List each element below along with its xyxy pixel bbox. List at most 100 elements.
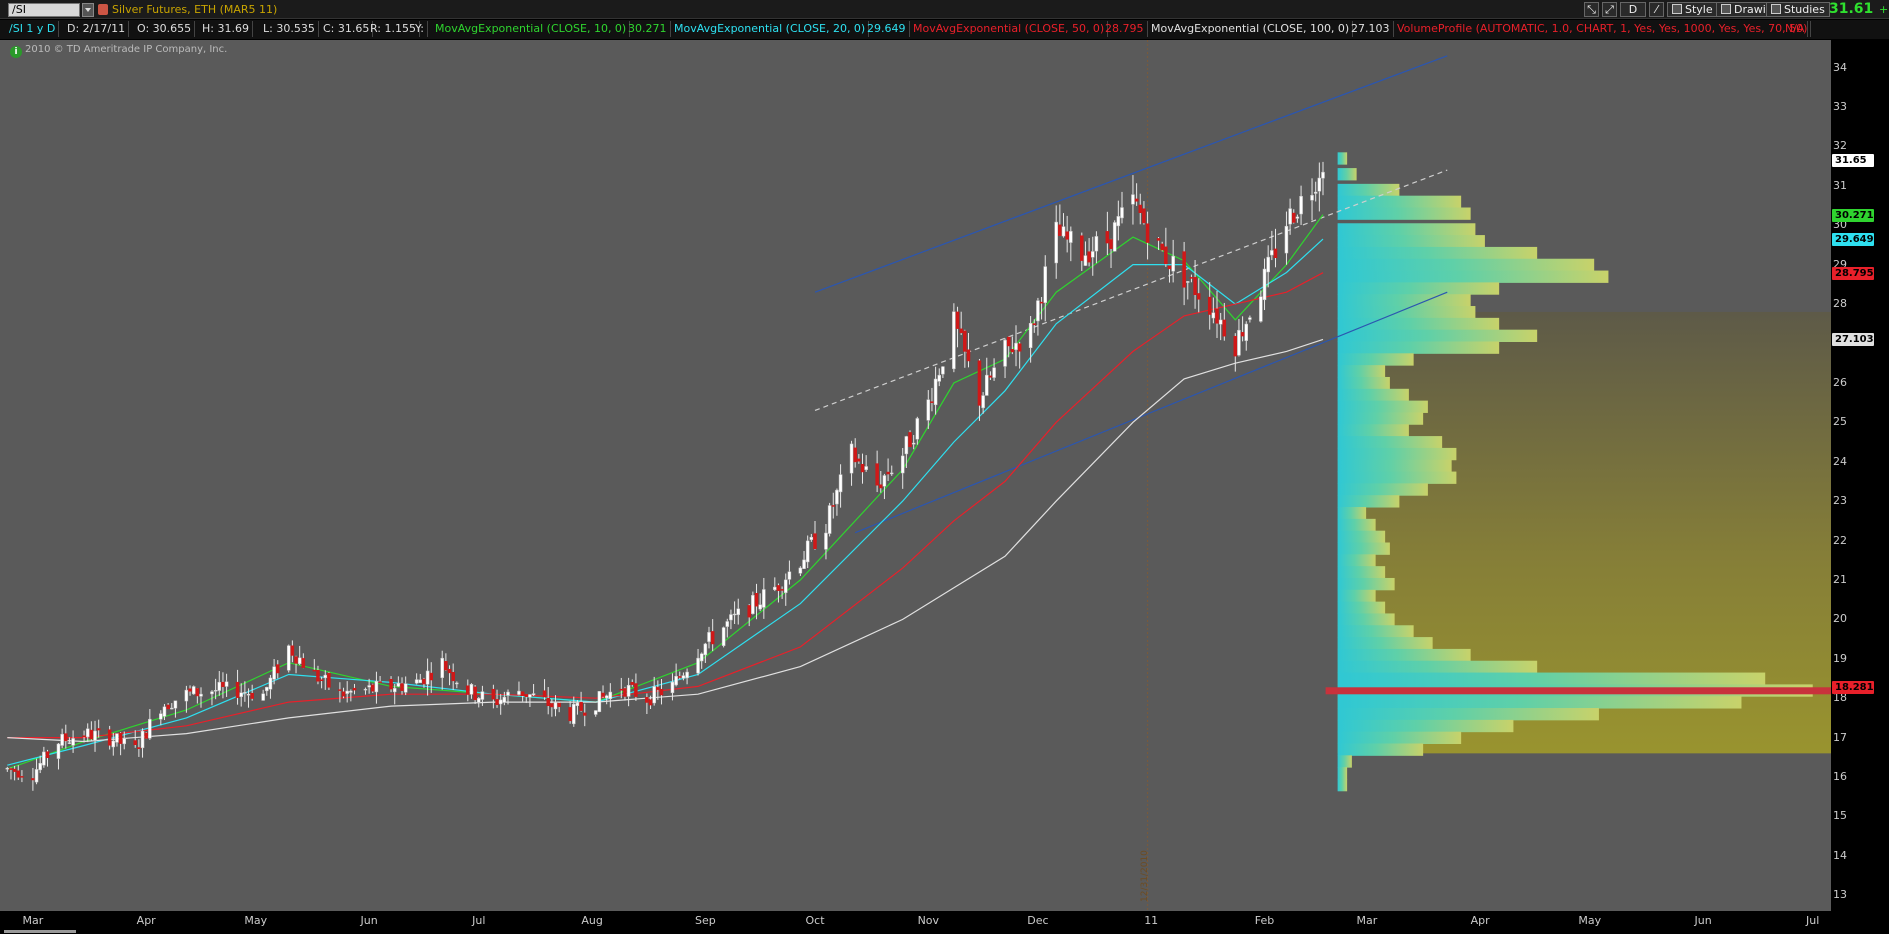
candle-up bbox=[1313, 191, 1318, 194]
lock-icon[interactable] bbox=[98, 4, 108, 15]
x-tick-label: Jul bbox=[1806, 914, 1820, 927]
candle-up bbox=[261, 693, 265, 701]
time-scroll-marker[interactable] bbox=[4, 930, 76, 933]
candle-down bbox=[378, 681, 382, 683]
volume-profile-bar bbox=[1337, 696, 1742, 709]
studies-button[interactable]: Studies bbox=[1766, 2, 1830, 17]
candle-up bbox=[992, 367, 996, 378]
price-chart[interactable] bbox=[0, 40, 1889, 934]
candle-down bbox=[221, 681, 225, 688]
candle-up bbox=[5, 767, 10, 770]
candle-down bbox=[747, 605, 751, 618]
candle-down bbox=[886, 471, 890, 475]
candle-up bbox=[981, 395, 985, 409]
chart-type-icon[interactable]: ⁄ bbox=[1649, 2, 1664, 17]
high-readout: H: 31.69 bbox=[199, 21, 253, 37]
study-ema10-label[interactable]: MovAvgExponential (CLOSE, 10, 0) bbox=[432, 21, 631, 37]
candle-down bbox=[1039, 301, 1044, 304]
y-tick-label: 33 bbox=[1833, 100, 1847, 113]
candle-down bbox=[656, 687, 660, 690]
candle-down bbox=[1087, 251, 1091, 263]
candle-up bbox=[696, 657, 700, 674]
candle-up bbox=[1116, 216, 1121, 227]
candle-up bbox=[758, 604, 762, 610]
candle-up bbox=[911, 442, 916, 445]
date-readout: D: 2/17/11 bbox=[64, 21, 130, 37]
volume-profile-bar bbox=[1337, 778, 1348, 792]
candle-down bbox=[754, 593, 759, 607]
volume-profile-bar bbox=[1337, 507, 1367, 520]
chart-id-label[interactable]: /SI 1 y D bbox=[6, 21, 60, 37]
candle-down bbox=[389, 678, 393, 690]
copyright-text: 2010 © TD Ameritrade IP Company, Inc. bbox=[25, 44, 228, 55]
x-tick-label: Nov bbox=[917, 914, 940, 927]
zoom-icon[interactable]: ⤢ bbox=[1602, 2, 1617, 17]
candle-up bbox=[1171, 255, 1175, 272]
candle-up bbox=[685, 671, 689, 679]
volume-profile-bar bbox=[1337, 317, 1500, 331]
candle-up bbox=[773, 586, 777, 590]
candle-up bbox=[367, 685, 371, 688]
study-volumeprofile-label[interactable]: VolumeProfile (AUTOMATIC, 1.0, CHART, 1,… bbox=[1394, 21, 1812, 37]
study-ema50-label[interactable]: MovAvgExponential (CLOSE, 50, 0) bbox=[910, 21, 1109, 37]
candle-down bbox=[930, 401, 934, 403]
x-tick-label: Mar bbox=[1356, 914, 1378, 927]
y-axis[interactable]: 1314151617181920212223242526272829303132… bbox=[1831, 40, 1889, 901]
candle-up bbox=[787, 571, 792, 580]
chart-area[interactable]: i 2010 © TD Ameritrade IP Company, Inc. 1… bbox=[0, 40, 1889, 934]
candle-up bbox=[1321, 171, 1325, 179]
candle-up bbox=[440, 657, 444, 678]
study-ema20-value: 29.649 bbox=[864, 21, 910, 37]
candle-up bbox=[111, 740, 116, 748]
candle-up bbox=[246, 694, 251, 696]
volume-profile-bar bbox=[1337, 530, 1386, 543]
candle-up bbox=[42, 751, 46, 766]
y-tick-label: 31 bbox=[1833, 178, 1847, 192]
tda-logo-icon: i bbox=[10, 46, 22, 58]
candle-up bbox=[572, 703, 576, 725]
candle-up bbox=[173, 700, 178, 709]
candle-up bbox=[1003, 339, 1007, 367]
candle-down bbox=[776, 585, 781, 591]
volume-profile-bar bbox=[1337, 424, 1409, 437]
candle-up bbox=[721, 627, 726, 646]
candle-up bbox=[268, 677, 273, 690]
candle-up bbox=[148, 718, 152, 739]
candle-down bbox=[327, 672, 331, 688]
crosshair-icon[interactable]: ⤡ bbox=[1584, 2, 1599, 17]
study-ema100-label[interactable]: MovAvgExponential (CLOSE, 100, 0) bbox=[1148, 21, 1354, 37]
candle-up bbox=[224, 681, 229, 687]
y-tick-label: 21 bbox=[1833, 572, 1847, 586]
candle-up bbox=[34, 769, 39, 783]
event-line-label: 12/31/2010 bbox=[1140, 850, 1150, 902]
candle-up bbox=[349, 690, 353, 693]
aggregation-button[interactable]: D bbox=[1620, 2, 1646, 17]
volume-profile-bar bbox=[1337, 637, 1433, 650]
candle-up bbox=[1120, 207, 1124, 219]
y-tick-label: 32 bbox=[1833, 139, 1847, 153]
x-axis[interactable]: Mar Apr May Jun Jul Aug Sep Oct Nov Dec 11 Feb Mar Ap… bbox=[0, 911, 1831, 931]
candle-down bbox=[352, 687, 357, 691]
symbol-input[interactable]: /SI bbox=[8, 3, 80, 17]
candle-up bbox=[184, 689, 189, 702]
candle-up bbox=[363, 688, 368, 691]
study-ema20-label[interactable]: MovAvgExponential (CLOSE, 20, 0) bbox=[671, 21, 870, 37]
candle-down bbox=[1058, 224, 1062, 236]
style-button[interactable]: Style bbox=[1667, 2, 1718, 17]
candle-up bbox=[933, 378, 938, 406]
symbol-dropdown-button[interactable] bbox=[82, 3, 94, 17]
candle-up bbox=[1310, 195, 1314, 201]
candle-up bbox=[575, 702, 580, 707]
x-tick-label: Dec bbox=[1027, 914, 1049, 927]
candle-up bbox=[1054, 221, 1058, 264]
price-label: 30.271 bbox=[1832, 208, 1874, 222]
candle-down bbox=[276, 664, 280, 674]
study-ema50-value: 28.795 bbox=[1102, 21, 1148, 37]
price-label: 27.103 bbox=[1832, 333, 1874, 347]
volume-profile-bar bbox=[1337, 518, 1376, 532]
candle-up bbox=[985, 374, 989, 396]
candle-up bbox=[1284, 225, 1289, 254]
candle-down bbox=[1010, 349, 1015, 353]
candle-up bbox=[889, 472, 894, 475]
candle-down bbox=[312, 669, 317, 672]
